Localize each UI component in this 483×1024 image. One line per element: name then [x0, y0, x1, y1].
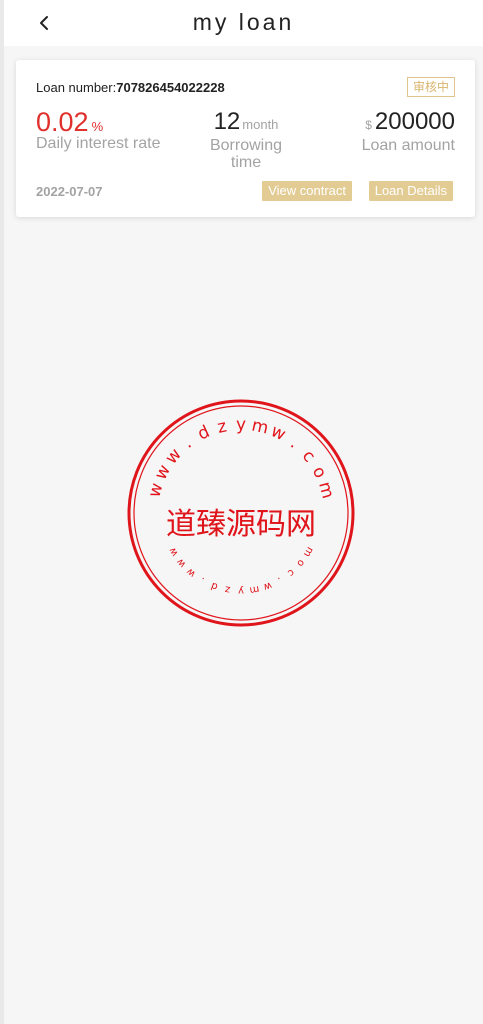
daily-rate-label: Daily interest rate: [36, 135, 161, 152]
watermark-url-bottom: www. d z y m w .com: [167, 545, 315, 596]
watermark-text: 道臻源码网: [166, 507, 316, 542]
watermark-url-char: w: [262, 579, 273, 592]
status-badge: 审核中: [406, 77, 455, 97]
watermark-url-char: y: [236, 415, 246, 435]
watermark-url-char: z: [224, 583, 231, 595]
watermark-url-top: www. d z y mw.com: [145, 415, 338, 501]
loan-details-button[interactable]: Loan Details: [368, 181, 453, 201]
term-value: 12: [213, 108, 241, 135]
view-contract-button[interactable]: View contract: [262, 181, 352, 201]
loan-amount: $200000 Loan amount: [362, 107, 455, 154]
watermark-url-char: c: [285, 566, 296, 578]
watermark-url-char: w: [175, 556, 189, 569]
daily-rate-unit: %: [91, 119, 104, 134]
watermark-url-char: o: [294, 557, 306, 569]
watermark-url-char: w: [161, 445, 185, 469]
loan-card[interactable]: Loan number:707826454022228 审核中 0.02% Da…: [16, 60, 475, 217]
loan-number-value: 707826454022228: [116, 80, 225, 95]
watermark-url-char: d: [195, 422, 213, 445]
watermark-stamp: www. d z y mw.com www. d z y m w .com 道臻源码网: [127, 399, 355, 627]
watermark-url-char: m: [250, 416, 270, 439]
watermark-url-char: z: [215, 416, 228, 437]
loan-number: Loan number:707826454022228: [36, 80, 225, 95]
watermark-url-char: .: [179, 434, 195, 453]
watermark-url-char: m: [301, 545, 315, 559]
term-unit: month: [242, 117, 279, 132]
watermark-url-char: m: [314, 480, 338, 501]
amount-currency: $: [365, 118, 372, 132]
daily-rate-value: 0.02: [36, 107, 89, 137]
watermark-url-char: w: [268, 421, 289, 445]
amount-label: Loan amount: [361, 137, 455, 154]
watermark-url-char: o: [308, 463, 331, 481]
page-title: my loan: [192, 9, 295, 35]
borrowing-term: 12 month Borrowing time: [196, 107, 296, 171]
watermark-url-char: .: [276, 575, 284, 586]
watermark-url-char: m: [249, 583, 261, 596]
term-label: Borrowing time: [209, 137, 283, 171]
left-frame-edge: [0, 0, 4, 1024]
watermark-url-char: c: [298, 446, 319, 466]
watermark-url-char: .: [286, 434, 302, 453]
watermark-url-char: y: [238, 585, 244, 596]
watermark-url-char: w: [145, 481, 168, 500]
watermark-url-char: w: [167, 545, 181, 558]
watermark-url-char: w: [185, 566, 198, 580]
loan-date: 2022-07-07: [36, 184, 103, 199]
watermark-url-char: d: [210, 580, 220, 593]
loan-number-label: Loan number:: [36, 80, 117, 95]
amount-value: 200000: [374, 108, 455, 135]
top-nav-bar: my loan: [4, 0, 483, 46]
watermark-url-char: .: [198, 575, 206, 586]
